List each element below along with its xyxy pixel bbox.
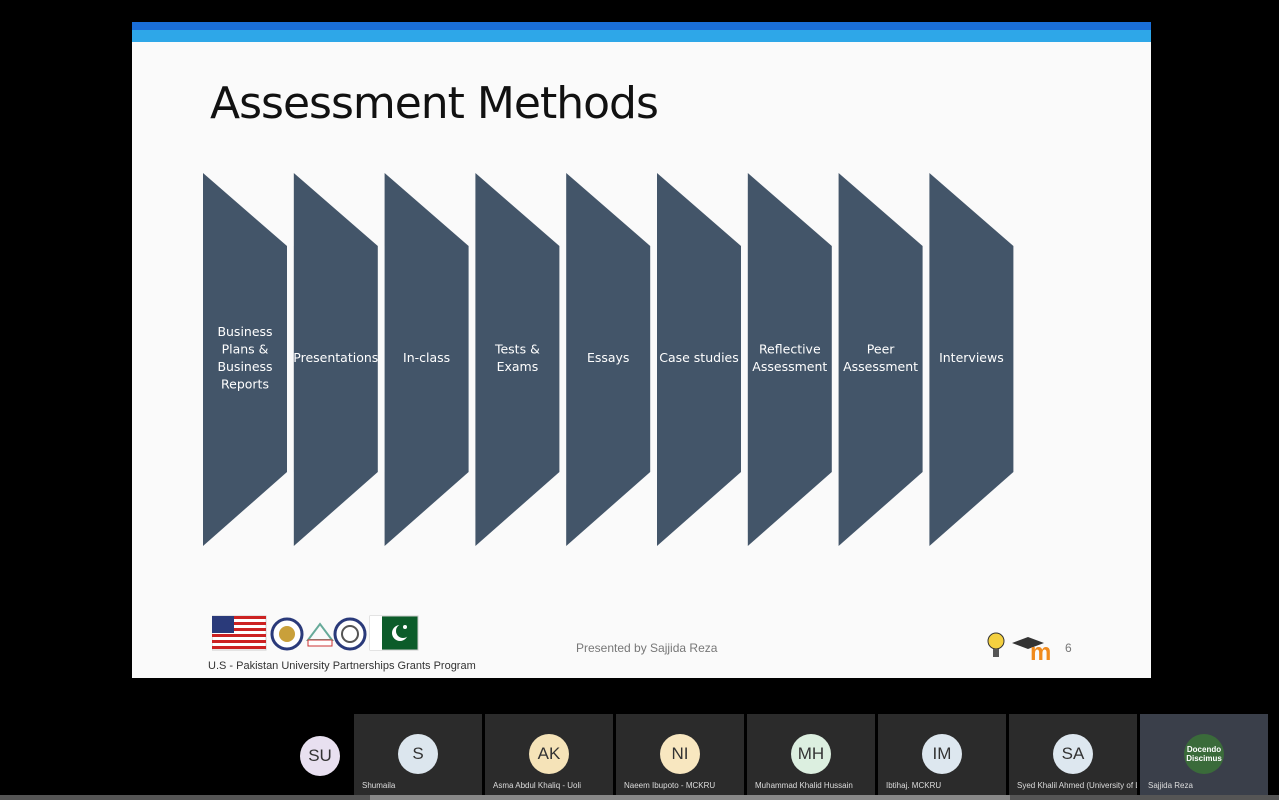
participant-tile[interactable]: Docendo Discimus Sajjida Reza	[1140, 714, 1268, 796]
participant-avatar: NI	[660, 734, 700, 774]
chevron-label: Interviews	[939, 350, 1004, 365]
participant-name: Naeem Ibupoto - MCKRU	[624, 781, 716, 790]
lightbulb-icon	[987, 632, 1005, 657]
participant-name: Syed Khalil Ahmed (University of Lo...	[1017, 781, 1137, 790]
participant-avatar: Docendo Discimus	[1184, 734, 1224, 774]
participant-name: Sajjida Reza	[1148, 781, 1193, 790]
participant-name: Asma Abdul Khaliq - Uoli	[493, 781, 582, 790]
state-dept-seal-icon	[270, 617, 304, 651]
assessment-chevrons: Business Plans & Business ReportsPresentati…	[203, 173, 1014, 546]
participant-avatar: IM	[922, 734, 962, 774]
participant-tile[interactable]: SA Syed Khalil Ahmed (University of Lo...	[1009, 714, 1137, 796]
participant-tile[interactable]: S Shumaila	[354, 714, 482, 796]
participant-name: Muhammad Khalid Hussain	[755, 781, 853, 790]
participant-avatar: SU	[300, 736, 340, 776]
participant-avatar: S	[398, 734, 438, 774]
scroll-thumb[interactable]	[370, 795, 1010, 800]
usepp-logo-icon	[306, 622, 334, 647]
chevron-label: In-class	[403, 350, 450, 365]
pakistan-flag-icon	[369, 615, 419, 651]
moodle-logo-letter: m	[1030, 639, 1051, 665]
participant-tile[interactable]: MH Muhammad Khalid Hussain	[747, 714, 875, 796]
chevron-label: Presentations	[293, 350, 378, 365]
participant-tile[interactable]: NI Naeem Ibupoto - MCKRU	[616, 714, 744, 796]
participant-name: Ibtihaj. MCKRU	[886, 781, 942, 790]
participant-avatar: MH	[791, 734, 831, 774]
participant-avatar: AK	[529, 734, 569, 774]
program-caption: U.S - Pakistan University Partnerships G…	[208, 660, 476, 672]
chevron-label: Case studies	[659, 350, 739, 365]
page-number: 6	[1065, 641, 1072, 655]
presenter-credit: Presented by Sajjida Reza	[576, 641, 718, 655]
participant-tile[interactable]: IM Ibtihaj. MCKRU	[878, 714, 1006, 796]
participant-tile[interactable]: AK Asma Abdul Khaliq - Uoli	[485, 714, 613, 796]
participant-name: Shumaila	[362, 781, 396, 790]
brand-logos: m	[987, 632, 1051, 665]
participant-tile[interactable]: SU	[296, 732, 344, 780]
presentation-slide: Assessment Methods Business Plans & Busine…	[132, 22, 1151, 678]
chevron-label: Essays	[587, 350, 630, 365]
participant-avatar: SA	[1053, 734, 1093, 774]
us-flag-icon	[211, 615, 267, 651]
university-seal-icon	[333, 617, 367, 651]
sponsor-logos	[211, 614, 422, 659]
